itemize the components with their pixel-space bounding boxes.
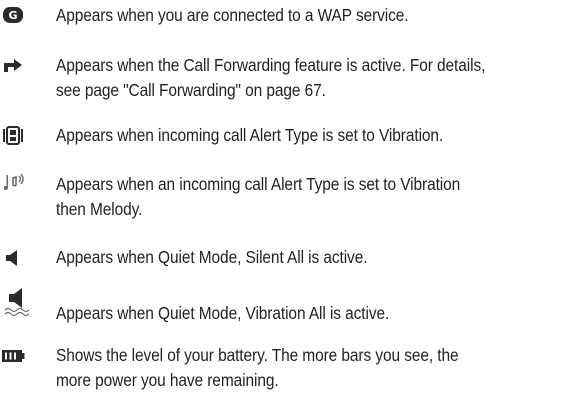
entry-line: Appears when the Call Forwarding feature…	[56, 55, 486, 75]
entry-line: Appears when you are connected to a WAP …	[56, 5, 409, 25]
vibration-all-icon	[3, 286, 33, 318]
entry-description: Appears when incoming call Alert Type is…	[56, 123, 506, 148]
vibration-then-melody-icon	[4, 172, 30, 198]
entry-description: Appears when you are connected to a WAP …	[56, 3, 506, 28]
status-icon-list: G Appears when you are connected to a WA…	[0, 0, 570, 394]
entry-line: see page "Call Forwarding" on page 67.	[56, 80, 326, 100]
entry-line: Shows the level of your battery. The mor…	[56, 345, 459, 365]
svg-text:G: G	[8, 9, 17, 22]
entry-line: Appears when Quiet Mode, Vibration All i…	[56, 303, 390, 323]
entry-line: more power you have remaining.	[56, 370, 279, 390]
entry-line: then Melody.	[56, 199, 143, 219]
silent-all-icon	[4, 249, 30, 275]
call-forwarding-icon	[2, 57, 28, 83]
battery-level-icon	[1, 348, 27, 374]
entry-description: Shows the level of your battery. The mor…	[56, 343, 506, 393]
vibration-icon	[2, 125, 28, 151]
entry-description: Appears when Quiet Mode, Vibration All i…	[56, 301, 506, 326]
entry-description: Appears when Quiet Mode, Silent All is a…	[56, 245, 506, 270]
wap-service-icon: G	[2, 6, 28, 32]
entry-line: Appears when an incoming call Alert Type…	[56, 174, 461, 194]
entry-description: Appears when the Call Forwarding feature…	[56, 53, 506, 103]
entry-description: Appears when an incoming call Alert Type…	[56, 172, 506, 222]
entry-line: Appears when incoming call Alert Type is…	[56, 125, 444, 145]
entry-line: Appears when Quiet Mode, Silent All is a…	[56, 247, 368, 267]
